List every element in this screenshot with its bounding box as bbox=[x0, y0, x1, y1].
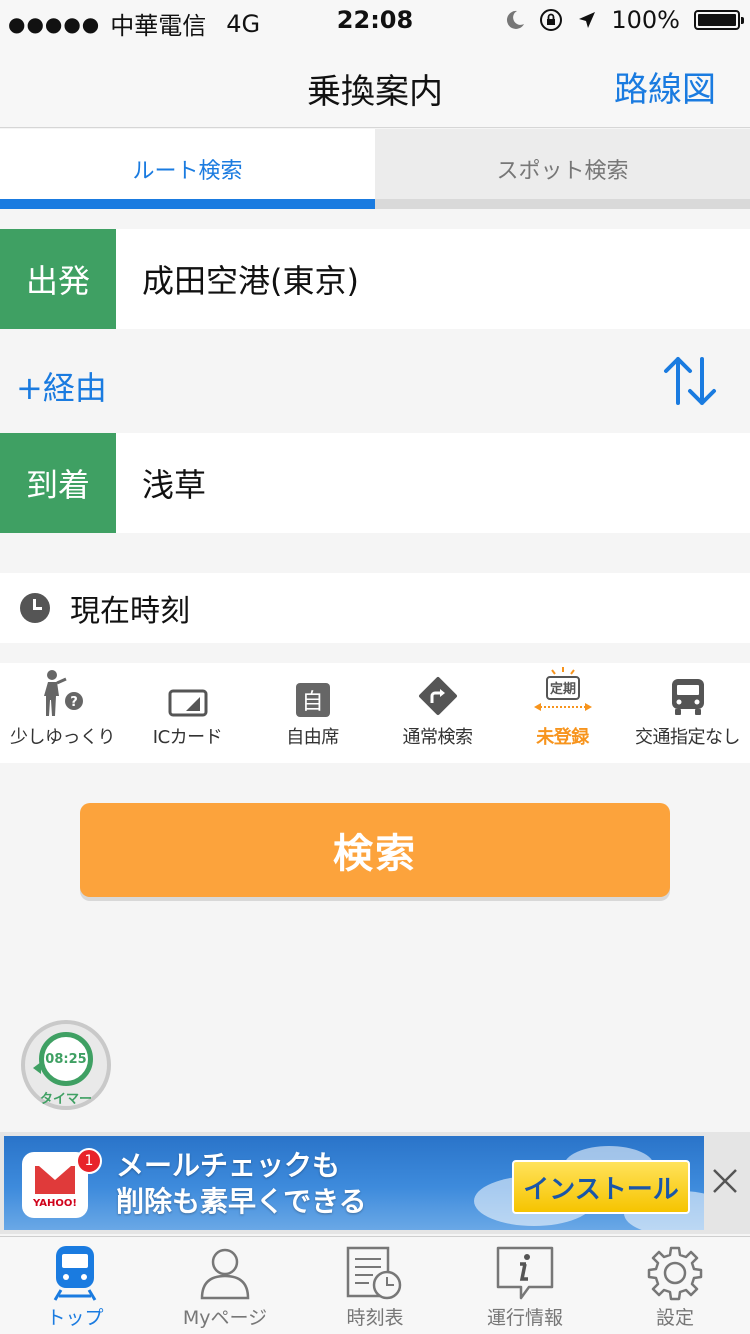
timer-label: タイマー bbox=[39, 1092, 92, 1107]
add-via-button[interactable]: +経由 bbox=[16, 363, 107, 409]
bus-icon bbox=[671, 679, 704, 715]
option-transport-type[interactable]: 交通指定なし bbox=[625, 663, 750, 763]
timetable-icon bbox=[346, 1246, 402, 1300]
tabbar-item-settings[interactable]: 設定 bbox=[600, 1237, 750, 1334]
tabbar-item-mypage[interactable]: Myページ bbox=[150, 1237, 300, 1334]
option-transport-type-label: 交通指定なし bbox=[635, 727, 741, 748]
tabbar-label-mypage: Myページ bbox=[182, 1307, 268, 1329]
battery-percent: 100% bbox=[611, 6, 680, 34]
timer-clock-icon: 08:25 bbox=[39, 1032, 93, 1086]
timer-button[interactable]: 08:25 タイマー bbox=[21, 1020, 111, 1110]
option-seat[interactable]: 自 自由席 bbox=[250, 663, 375, 763]
navigation-bar: 乗換案内 路線図 bbox=[0, 40, 750, 128]
bottom-tab-bar: トップ Myページ 時刻表 運行情報 設定 bbox=[0, 1236, 750, 1334]
option-fare-type-label: ICカード bbox=[152, 727, 223, 748]
search-tabs: ルート検索 スポット検索 bbox=[0, 129, 750, 209]
option-commuter-pass[interactable]: 定期 未登録 bbox=[500, 663, 625, 763]
envelope-icon bbox=[35, 1166, 75, 1194]
tabbar-label-settings: 設定 bbox=[655, 1307, 694, 1329]
walking-person-icon: ? bbox=[43, 670, 83, 716]
tabbar-label-timetable: 時刻表 bbox=[346, 1307, 404, 1329]
timer-time: 08:25 bbox=[45, 1051, 87, 1067]
svg-text:?: ? bbox=[70, 695, 78, 710]
rotation-lock-icon bbox=[540, 9, 563, 31]
ad-banner[interactable]: YAHOO! 1 メールチェックも 削除も素早くできる インストール bbox=[0, 1132, 750, 1234]
status-bar: ●●●●● 中華電信 4G 22:08 100% bbox=[0, 0, 750, 40]
close-icon[interactable] bbox=[710, 1166, 740, 1196]
seat-icon-text: 自 bbox=[301, 690, 324, 715]
time-setting-row[interactable]: 現在時刻 bbox=[0, 573, 750, 643]
person-icon bbox=[200, 1248, 250, 1300]
via-row: +経由 bbox=[0, 329, 750, 433]
notification-badge: 1 bbox=[76, 1148, 102, 1174]
departure-badge: 出発 bbox=[0, 229, 116, 329]
battery-icon bbox=[694, 10, 744, 30]
ad-brand: YAHOO! bbox=[33, 1198, 77, 1209]
tabbar-item-timetable[interactable]: 時刻表 bbox=[300, 1237, 450, 1334]
arrival-row[interactable]: 到着 浅草 bbox=[0, 433, 750, 533]
departure-row[interactable]: 出発 成田空港(東京) bbox=[0, 229, 750, 329]
route-turn-icon bbox=[418, 677, 457, 715]
ad-background: YAHOO! 1 メールチェックも 削除も素早くできる インストール bbox=[4, 1136, 704, 1230]
option-walking-speed-label: 少しゆっくり bbox=[10, 727, 116, 748]
commuter-pass-icon-text: 定期 bbox=[548, 681, 575, 697]
option-search-mode[interactable]: 通常検索 bbox=[375, 663, 500, 763]
timer-arrow-icon bbox=[33, 1062, 41, 1074]
arrival-station[interactable]: 浅草 bbox=[116, 460, 206, 506]
ad-line-1: メールチェックも bbox=[116, 1149, 341, 1182]
location-arrow-icon bbox=[579, 12, 596, 28]
option-search-mode-label: 通常検索 bbox=[402, 727, 474, 748]
ad-copy: メールチェックも 削除も素早くできる bbox=[116, 1148, 367, 1220]
ad-line-2: 削除も素早くできる bbox=[116, 1185, 367, 1218]
tabbar-item-top[interactable]: トップ bbox=[0, 1237, 150, 1334]
swap-stations-icon[interactable] bbox=[662, 355, 718, 407]
option-fare-type[interactable]: ICカード bbox=[125, 663, 250, 763]
battery-fill bbox=[698, 14, 736, 26]
tabbar-label-service-info: 運行情報 bbox=[486, 1307, 563, 1329]
tab-spot-search[interactable]: スポット検索 bbox=[375, 129, 750, 209]
gear-icon bbox=[647, 1246, 703, 1301]
info-icon bbox=[496, 1246, 554, 1300]
tab-route-search[interactable]: ルート検索 bbox=[0, 129, 375, 209]
search-button[interactable]: 検索 bbox=[80, 803, 670, 897]
option-seat-label: 自由席 bbox=[286, 727, 339, 748]
status-right: 100% bbox=[505, 6, 744, 34]
seat-icon: 自 bbox=[295, 683, 330, 717]
commuter-pass-icon: 定期 bbox=[533, 667, 592, 711]
ad-install-button[interactable]: インストール bbox=[512, 1160, 690, 1214]
arrival-badge: 到着 bbox=[0, 433, 116, 533]
option-commuter-pass-label: 未登録 bbox=[536, 727, 589, 748]
departure-station[interactable]: 成田空港(東京) bbox=[116, 256, 359, 302]
search-options: ? 少しゆっくり ICカード 自 自由席 通常検索 定期 未登録 交通指定なし bbox=[0, 663, 750, 763]
tabbar-item-service-info[interactable]: 運行情報 bbox=[450, 1237, 600, 1334]
moon-icon bbox=[507, 10, 525, 29]
clock-icon bbox=[20, 593, 50, 623]
train-icon bbox=[53, 1246, 97, 1301]
option-walking-speed[interactable]: ? 少しゆっくり bbox=[0, 663, 125, 763]
time-setting-label: 現在時刻 bbox=[70, 594, 190, 629]
tabbar-label-top: トップ bbox=[46, 1307, 104, 1329]
route-map-button[interactable]: 路線図 bbox=[614, 62, 716, 111]
ic-card-icon bbox=[168, 689, 207, 717]
